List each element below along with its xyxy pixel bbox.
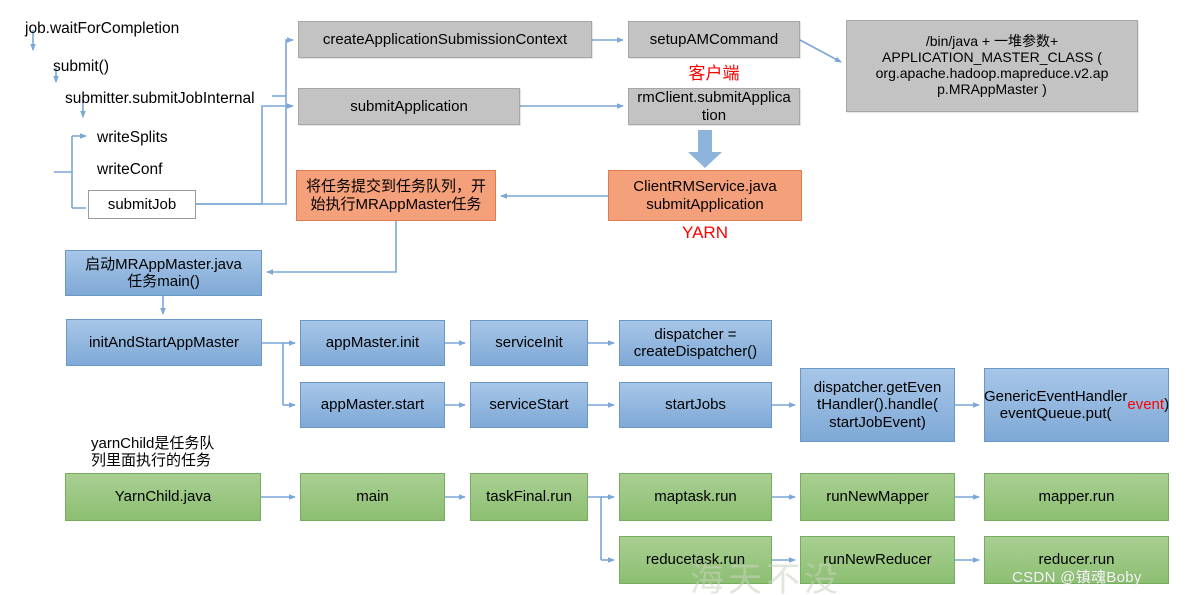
node-mapper-run[interactable]: mapper.run [984, 473, 1169, 521]
node-bin-java-app-master-class[interactable]: /bin/java + 一堆参数+ APPLICATION_MASTER_CLA… [846, 20, 1138, 112]
node-start-jobs[interactable]: startJobs [619, 382, 772, 428]
label-job-wait-for-completion: job.waitForCompletion [25, 20, 180, 38]
arrow-submit-queue-to-start-appmaster [266, 221, 397, 275]
diagram-canvas: job.waitForCompletion submit() submitter… [0, 0, 1185, 595]
arrow-setup-am-to-bin-java [799, 39, 842, 63]
node-maptask-run[interactable]: maptask.run [619, 473, 772, 521]
node-submit-task-to-queue[interactable]: 将任务提交到任务队列，开 始执行MRAppMaster任务 [296, 170, 496, 221]
node-app-master-start[interactable]: appMaster.start [300, 382, 445, 428]
node-yarn-child-java[interactable]: YarnChild.java [65, 473, 261, 521]
ghost-watermark: 海天不没 [690, 561, 842, 595]
node-submit-application[interactable]: submitApplication [298, 88, 520, 125]
node-service-init[interactable]: serviceInit [470, 320, 588, 366]
label-client-side: 客户端 [688, 64, 740, 84]
node-main[interactable]: main [300, 473, 445, 521]
node-init-and-start-app-master[interactable]: initAndStartAppMaster [66, 319, 262, 366]
label-write-splits: writeSplits [97, 129, 168, 147]
split-taskfinal [588, 496, 602, 560]
node-client-rm-service-submit-application[interactable]: ClientRMService.java submitApplication [608, 170, 802, 221]
generic-event-handler-tail: ) [1164, 396, 1170, 414]
node-run-new-mapper[interactable]: runNewMapper [800, 473, 955, 521]
csdn-watermark: CSDN @镇魂Boby [1012, 569, 1142, 586]
note-yarn-child: yarnChild是任务队 列里面执行的任务 [91, 434, 215, 469]
label-submitter-submit-job-internal: submitter.submitJobInternal [65, 90, 255, 108]
node-rm-client-submit-application[interactable]: rmClient.submitApplica tion [628, 88, 800, 125]
generic-event-handler-event-token: event [1127, 396, 1165, 414]
node-setup-am-command[interactable]: setupAMCommand [628, 21, 800, 58]
arrow-submitjob-to-submit-application [196, 103, 294, 205]
label-write-conf: writeConf [97, 161, 163, 179]
node-app-master-init[interactable]: appMaster.init [300, 320, 445, 366]
node-create-application-submission-context[interactable]: createApplicationSubmissionContext [298, 21, 592, 58]
split-init-start [262, 342, 284, 405]
label-yarn: YARN [682, 223, 728, 243]
node-generic-event-handler[interactable]: GenericEventHandler eventQueue.put(event… [984, 368, 1169, 442]
thick-arrow-rmclient-to-clientrm [688, 130, 722, 168]
node-task-final-run[interactable]: taskFinal.run [470, 473, 588, 521]
label-submit: submit() [53, 58, 109, 76]
generic-event-handler-text: GenericEventHandler eventQueue.put( [983, 387, 1128, 422]
node-create-dispatcher[interactable]: dispatcher = createDispatcher() [619, 320, 772, 366]
node-dispatcher-get-event-handler[interactable]: dispatcher.getEven tHandler().handle( st… [800, 368, 955, 442]
node-service-start[interactable]: serviceStart [470, 382, 588, 428]
node-submit-job[interactable]: submitJob [88, 190, 196, 219]
node-start-mr-app-master[interactable]: 启动MRAppMaster.java 任务main() [65, 250, 262, 296]
